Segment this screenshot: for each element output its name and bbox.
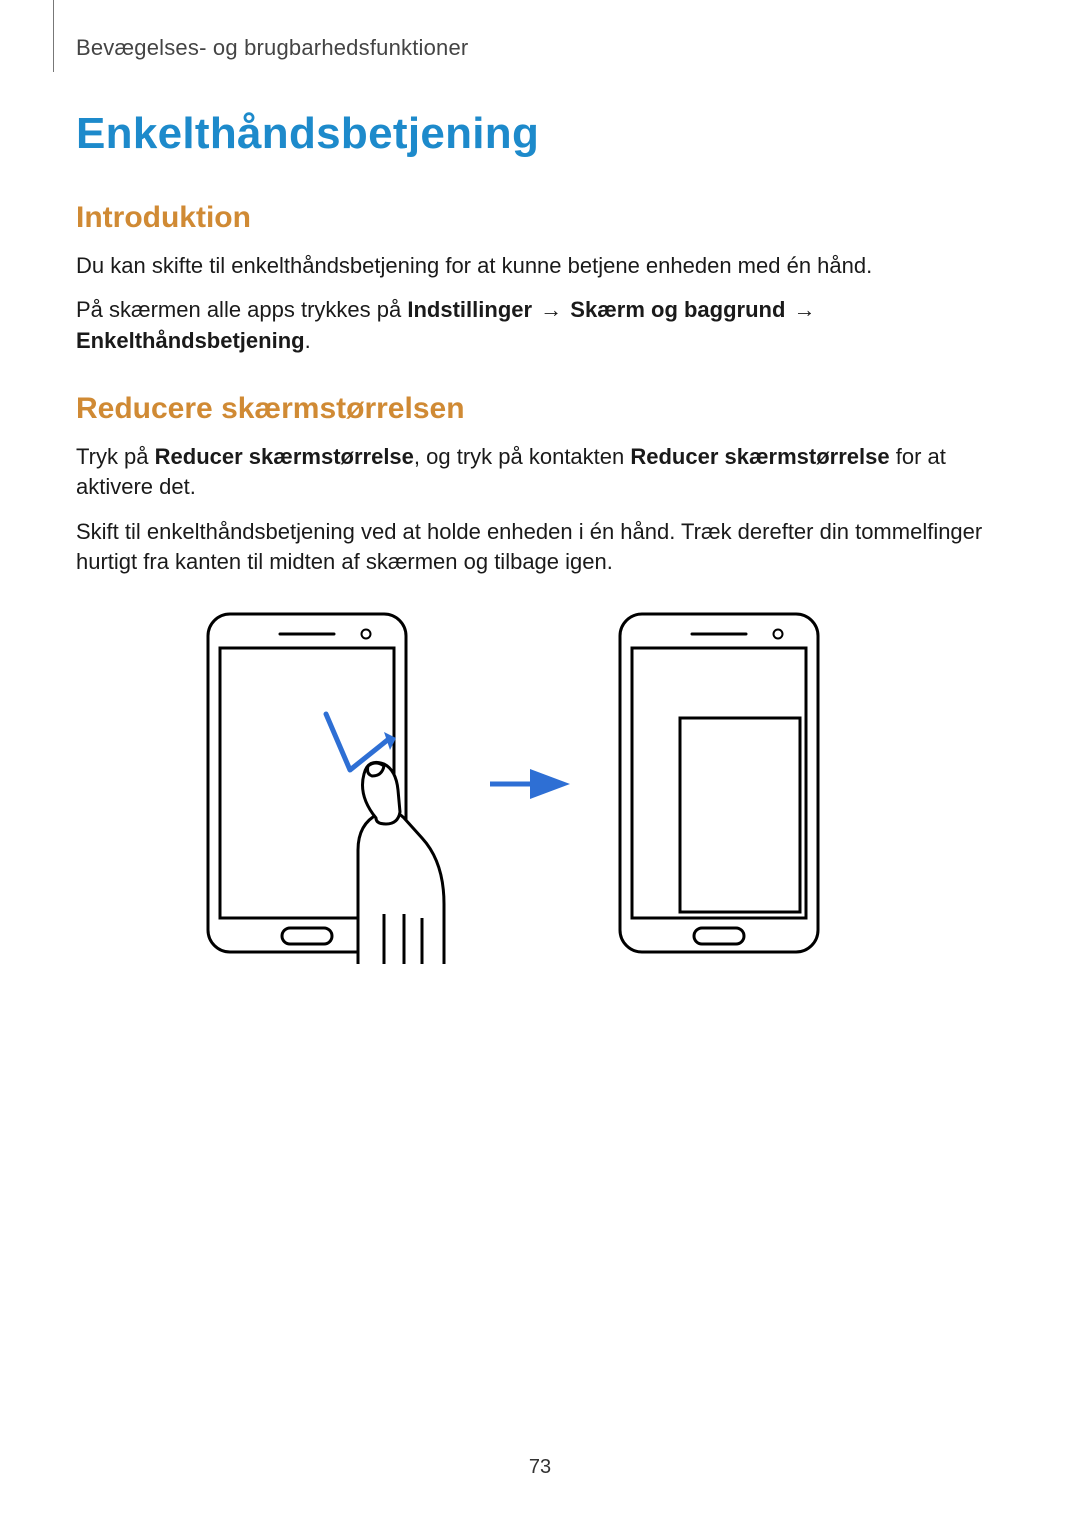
margin-rule xyxy=(53,0,54,72)
section-heading-reduce: Reducere skærmstørrelsen xyxy=(76,392,1000,426)
page-number: 73 xyxy=(0,1456,1080,1479)
arrow-icon: → xyxy=(532,297,570,322)
intro-paragraph-1: Du kan skifte til enkelthåndsbetjening f… xyxy=(76,251,1000,281)
page-title: Enkelthåndsbetjening xyxy=(76,109,1000,159)
gesture-illustration xyxy=(168,604,908,964)
menu-path-onehand: Enkelthåndsbetjening xyxy=(76,328,305,353)
menu-path-display: Skærm og baggrund xyxy=(570,297,785,322)
text: På skærmen alle apps trykkes på xyxy=(76,297,407,322)
section-heading-intro: Introduktion xyxy=(76,201,1000,235)
text: Tryk på xyxy=(76,444,155,469)
option-reduce-1: Reducer skærmstørrelse xyxy=(155,444,414,469)
text: , og tryk på kontakten xyxy=(414,444,630,469)
menu-path-settings: Indstillinger xyxy=(407,297,532,322)
intro-paragraph-2: På skærmen alle apps trykkes på Indstill… xyxy=(76,295,1000,356)
breadcrumb: Bevægelses- og brugbarhedsfunktioner xyxy=(76,35,1000,61)
reduce-paragraph-2: Skift til enkelthåndsbetjening ved at ho… xyxy=(76,517,1000,578)
reduce-paragraph-1: Tryk på Reducer skærmstørrelse, og tryk … xyxy=(76,442,1000,503)
text: . xyxy=(305,328,311,353)
option-reduce-2: Reducer skærmstørrelse xyxy=(630,444,889,469)
arrow-icon: → xyxy=(785,297,817,322)
